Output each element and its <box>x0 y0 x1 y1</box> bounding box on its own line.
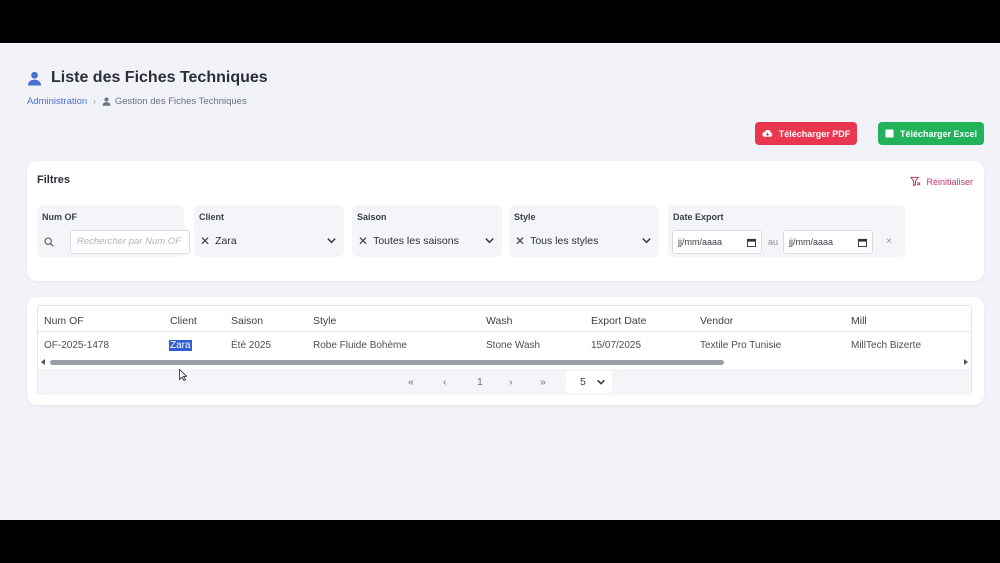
column-header[interactable]: Saison <box>231 315 263 327</box>
table-header: Num OF Client Saison Style Wash Export D… <box>38 306 971 332</box>
scroll-right-icon[interactable] <box>964 359 968 365</box>
filter-style: Style ✕ Tous les styles <box>509 205 659 257</box>
search-icon <box>44 237 54 247</box>
download-excel-button[interactable]: Télécharger Excel <box>878 122 984 145</box>
column-header[interactable]: Mill <box>851 315 867 327</box>
filter-saison: Saison ✕ Toutes les saisons <box>352 205 502 257</box>
filter-date-export: Date Export jj/mm/aaaa au jj/mm/aaaa × <box>668 205 905 257</box>
next-page-button[interactable]: › <box>509 376 513 388</box>
date-range-separator: au <box>768 237 779 247</box>
clear-x-icon[interactable]: ✕ <box>515 234 525 248</box>
table-cell: Été 2025 <box>231 340 272 351</box>
date-from-value: jj/mm/aaaa <box>678 237 723 247</box>
table-cell: Robe Fluide Bohème <box>313 340 407 351</box>
clear-x-icon[interactable]: ✕ <box>358 234 368 248</box>
table-cell: MillTech Bizerte <box>851 340 922 351</box>
filter-num-of: Num OF Rechercher par Num OF <box>37 205 190 257</box>
letterbox-bottom <box>0 520 1000 563</box>
chevron-down-icon <box>642 238 651 244</box>
page-header: Liste des Fiches Techniques <box>27 69 268 87</box>
download-excel-label: Télécharger Excel <box>899 128 978 139</box>
prev-page-button[interactable]: ‹ <box>443 376 447 388</box>
chevron-down-icon <box>597 379 605 385</box>
client-select[interactable]: ✕ Zara <box>196 229 342 253</box>
column-header[interactable]: Client <box>170 315 197 327</box>
client-select-value: Zara <box>215 235 237 247</box>
scroll-left-icon[interactable] <box>41 359 45 365</box>
calendar-icon <box>747 238 756 247</box>
page-size-select[interactable]: 5 <box>566 371 612 393</box>
app-screen: Liste des Fiches Techniques Administrati… <box>0 43 1000 520</box>
column-header[interactable]: Wash <box>486 315 512 327</box>
user-small-icon <box>102 97 111 106</box>
filter-clear-icon <box>910 176 921 187</box>
calendar-icon <box>858 238 867 247</box>
table-cell: OF-2025-1478 <box>44 340 110 351</box>
download-pdf-label: Télécharger PDF <box>778 128 851 139</box>
download-pdf-button[interactable]: Télécharger PDF <box>755 122 857 145</box>
filter-client-label: Client <box>199 212 225 222</box>
table-cell: 15/07/2025 <box>591 340 642 351</box>
column-header[interactable]: Vendor <box>700 315 733 327</box>
chevron-down-icon <box>327 238 336 244</box>
column-header[interactable]: Num OF <box>44 315 84 327</box>
breadcrumb: Administration › Gestion des Fiches Tech… <box>27 96 247 107</box>
user-icon <box>27 71 42 86</box>
date-to-input[interactable]: jj/mm/aaaa <box>783 230 873 254</box>
breadcrumb-separator-icon: › <box>93 97 96 106</box>
page-title: Liste des Fiches Techniques <box>51 69 268 86</box>
cloud-download-icon <box>762 129 772 137</box>
breadcrumb-current-label: Gestion des Fiches Techniques <box>114 96 247 107</box>
horizontal-scrollbar[interactable] <box>38 357 971 369</box>
table-card: Num OF Client Saison Style Wash Export D… <box>27 297 984 405</box>
reset-filters-button[interactable]: Réinitialiser <box>910 176 973 187</box>
filter-num-of-label: Num OF <box>42 212 77 222</box>
num-of-search-input[interactable]: Rechercher par Num OF <box>70 230 190 254</box>
filters-title: Filtres <box>37 174 71 186</box>
table-cell-selected: Zara <box>169 340 192 351</box>
breadcrumb-root-link[interactable]: Administration <box>27 96 87 107</box>
reset-filters-label: Réinitialiser <box>926 176 973 187</box>
letterbox-top <box>0 0 1000 43</box>
style-select[interactable]: ✕ Tous les styles <box>511 229 657 253</box>
date-clear-icon[interactable]: × <box>886 236 892 247</box>
table-cell: Textile Pro Tunisie <box>700 340 782 351</box>
spreadsheet-icon <box>885 129 894 138</box>
filter-date-export-label: Date Export <box>673 212 724 222</box>
filter-style-label: Style <box>514 212 536 222</box>
scrollbar-thumb[interactable] <box>50 360 724 365</box>
page-size-value: 5 <box>580 376 586 388</box>
saison-select-value: Toutes les saisons <box>373 235 459 247</box>
last-page-button[interactable]: » <box>540 376 546 388</box>
data-table: Num OF Client Saison Style Wash Export D… <box>37 305 972 395</box>
date-from-input[interactable]: jj/mm/aaaa <box>672 230 762 254</box>
column-header[interactable]: Export Date <box>591 315 646 327</box>
clear-x-icon[interactable]: ✕ <box>200 234 210 248</box>
table-cell: Stone Wash <box>486 340 541 351</box>
mouse-cursor-icon <box>179 369 187 381</box>
first-page-button[interactable]: « <box>408 376 414 388</box>
breadcrumb-current: Gestion des Fiches Techniques <box>102 96 247 107</box>
column-header[interactable]: Style <box>313 315 336 327</box>
style-select-value: Tous les styles <box>530 235 599 247</box>
date-to-value: jj/mm/aaaa <box>789 237 834 247</box>
saison-select[interactable]: ✕ Toutes les saisons <box>354 229 500 253</box>
filters-card: Filtres Réinitialiser Num OF Rechercher … <box>27 161 984 281</box>
chevron-down-icon <box>485 238 494 244</box>
paginator: « ‹ 1 › » 5 <box>38 369 971 395</box>
current-page-button[interactable]: 1 <box>477 376 483 388</box>
filter-client: Client ✕ Zara <box>194 205 344 257</box>
filter-saison-label: Saison <box>357 212 387 222</box>
